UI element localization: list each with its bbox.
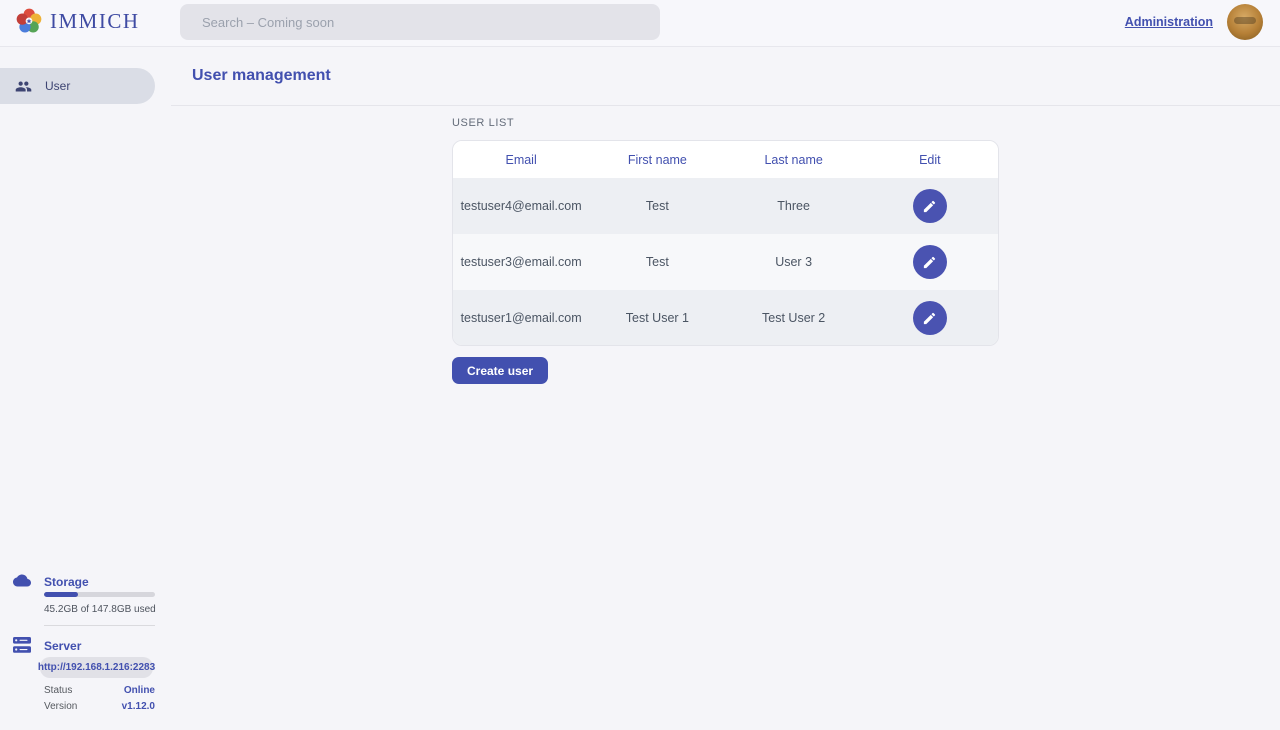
cell-email: testuser4@email.com	[453, 199, 589, 213]
users-icon	[15, 78, 32, 95]
search-input[interactable]	[180, 4, 660, 40]
cell-email: testuser3@email.com	[453, 255, 589, 269]
table-row: testuser1@email.com Test User 1 Test Use…	[453, 290, 998, 346]
immich-logo-text: IMMICH	[50, 9, 140, 34]
version-value: v1.12.0	[44, 701, 155, 712]
pencil-icon	[922, 311, 937, 326]
user-table: Email First name Last name Edit testuser…	[452, 140, 999, 346]
sidebar-divider	[44, 625, 155, 626]
app-root: IMMICH Administration User User manageme…	[0, 0, 1280, 730]
server-title: Server	[44, 639, 81, 653]
storage-progress	[44, 592, 155, 597]
col-header-last-name: Last name	[726, 153, 862, 167]
storage-progress-fill	[44, 592, 78, 597]
edit-user-button[interactable]	[913, 189, 947, 223]
storage-usage-text: 45.2GB of 147.8GB used	[44, 604, 156, 615]
create-user-button[interactable]: Create user	[452, 357, 548, 384]
page-title: User management	[192, 67, 331, 85]
cell-last-name: User 3	[726, 255, 862, 269]
immich-logo-icon	[16, 8, 42, 34]
cell-email: testuser1@email.com	[453, 311, 589, 325]
user-table-header: Email First name Last name Edit	[453, 141, 998, 178]
cell-last-name: Test User 2	[726, 311, 862, 325]
cell-first-name: Test User 1	[589, 311, 725, 325]
col-header-first-name: First name	[589, 153, 725, 167]
cell-first-name: Test	[589, 255, 725, 269]
status-value: Online	[44, 685, 155, 696]
cell-last-name: Three	[726, 199, 862, 213]
immich-logo[interactable]: IMMICH	[16, 8, 140, 34]
col-header-email: Email	[453, 153, 589, 167]
sidebar-item-user[interactable]: User	[0, 68, 155, 104]
server-url-chip: http://192.168.1.216:2283	[40, 657, 153, 678]
user-avatar[interactable]	[1227, 4, 1263, 40]
pencil-icon	[922, 255, 937, 270]
administration-link[interactable]: Administration	[1125, 15, 1213, 29]
storage-title: Storage	[44, 575, 89, 589]
pencil-icon	[922, 199, 937, 214]
table-row: testuser4@email.com Test Three	[453, 178, 998, 234]
col-header-edit: Edit	[862, 153, 998, 167]
edit-user-button[interactable]	[913, 301, 947, 335]
edit-user-button[interactable]	[913, 245, 947, 279]
page-title-bar: User management	[171, 47, 1280, 106]
table-row: testuser3@email.com Test User 3	[453, 234, 998, 290]
user-list-heading: USER LIST	[452, 117, 514, 129]
server-icon	[13, 637, 31, 658]
top-navbar: IMMICH Administration	[0, 0, 1280, 47]
cloud-icon	[13, 574, 31, 592]
search-bar	[180, 4, 660, 40]
sidebar-item-user-label: User	[45, 79, 70, 93]
cell-first-name: Test	[589, 199, 725, 213]
